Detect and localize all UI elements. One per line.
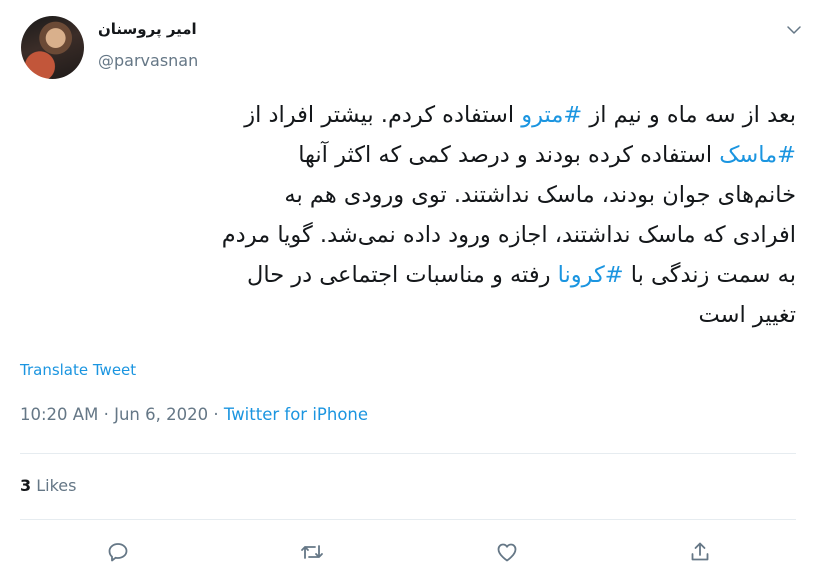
retweet-button[interactable]: [298, 538, 326, 566]
tweet-meta: 10:20 AM · Jun 6, 2020 · Twitter for iPh…: [20, 405, 368, 424]
avatar[interactable]: [21, 16, 84, 79]
likes-summary[interactable]: 3 Likes: [20, 476, 76, 495]
tweet-text-segment: افرادی که ماسک نداشتند، اجازه ورود داده …: [221, 222, 796, 248]
tweet-text-segment: استفاده کردم. بیشتر افراد از: [244, 102, 522, 128]
heart-icon: [497, 543, 517, 562]
tweet-source-link[interactable]: Twitter for iPhone: [224, 405, 368, 424]
retweet-icon: [301, 545, 323, 559]
tweet-text-line: افرادی که ماسک نداشتند، اجازه ورود داده …: [20, 215, 796, 255]
tweet-text-line: تغییر است: [20, 295, 797, 335]
tweet-text-segment: بعد از سه ماه و نیم از: [582, 102, 796, 128]
author-display-name[interactable]: امیر پروسنان: [98, 20, 208, 38]
meta-separator: ·: [98, 405, 115, 424]
translate-tweet-link[interactable]: Translate Tweet: [20, 361, 136, 379]
reply-button[interactable]: [104, 538, 132, 566]
divider: [20, 453, 796, 454]
tweet-text-segment: تغییر است: [698, 302, 797, 328]
likes-count: 3: [20, 476, 32, 495]
share-button[interactable]: [686, 538, 714, 566]
tweet-text-line: خانم‌های جوان بودند، ماسک نداشتند. توی و…: [20, 175, 796, 215]
tweet-text-segment: استفاده کرده بودند و درصد کمی که اکثر آن…: [298, 142, 720, 168]
tweet-text-line: #ماسک استفاده کرده بودند و درصد کمی که ا…: [20, 135, 796, 175]
share-icon: [691, 542, 709, 561]
reply-icon: [108, 543, 128, 562]
tweet-date[interactable]: Jun 6, 2020: [114, 405, 208, 424]
author-handle[interactable]: @parvasnan: [98, 51, 198, 70]
meta-separator: ·: [208, 405, 224, 424]
divider: [20, 519, 796, 520]
likes-label: Likes: [36, 476, 77, 495]
like-button[interactable]: [493, 538, 521, 566]
hashtag-link[interactable]: #ماسک: [719, 142, 796, 168]
tweet-text-segment: خانم‌های جوان بودند، ماسک نداشتند. توی و…: [284, 182, 796, 208]
tweet-text-segment: به سمت زندگی با: [623, 262, 796, 288]
tweet-time[interactable]: 10:20 AM: [20, 405, 98, 424]
tweet-text-line: بعد از سه ماه و نیم از #مترو استفاده کرد…: [20, 95, 796, 135]
tweet-text-line: به سمت زندگی با #کرونا رفته و مناسبات اج…: [20, 255, 796, 295]
tweet-text: بعد از سه ماه و نیم از #مترو استفاده کرد…: [20, 95, 796, 335]
tweet-text-segment: رفته و مناسبات اجتماعی در حال: [246, 262, 558, 288]
chevron-down-icon: [787, 26, 801, 34]
hashtag-link[interactable]: #کرونا: [558, 262, 624, 288]
hashtag-link[interactable]: #مترو: [521, 102, 582, 128]
more-options-button[interactable]: [782, 18, 806, 42]
